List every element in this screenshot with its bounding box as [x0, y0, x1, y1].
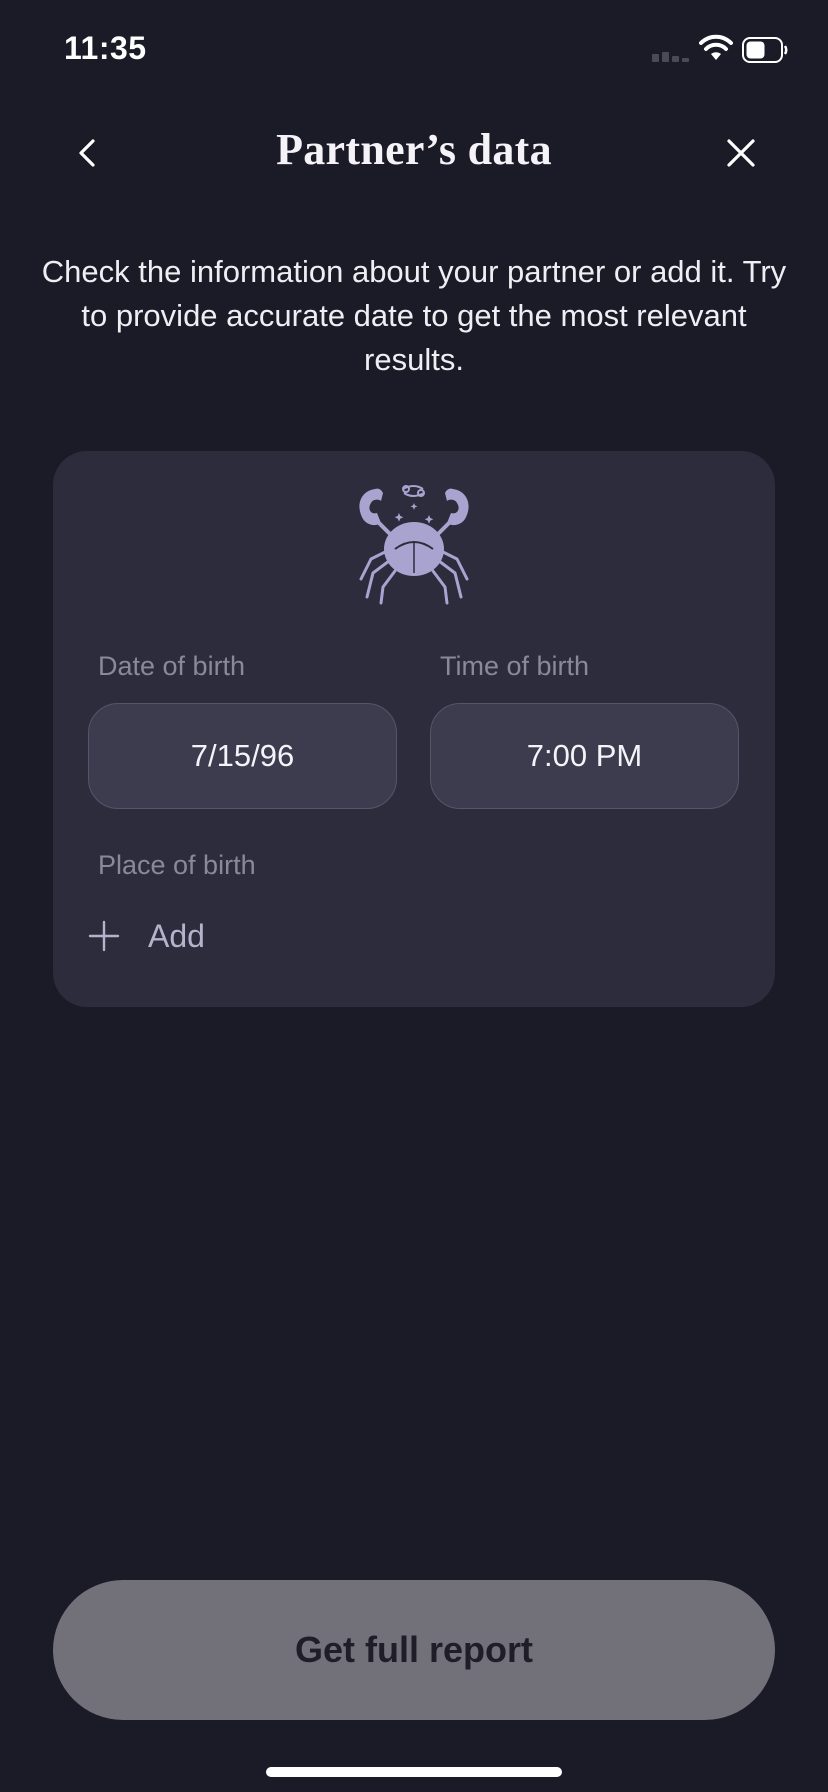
battery-icon: [742, 37, 788, 63]
cancer-crab-icon: [359, 485, 469, 605]
home-indicator[interactable]: [266, 1767, 562, 1777]
partner-data-card: Date of birth Time of birth 7/15/96 7:00…: [53, 451, 775, 1007]
time-of-birth-value: 7:00 PM: [526, 738, 643, 773]
time-of-birth-label: Time of birth: [440, 651, 590, 681]
date-of-birth-picker[interactable]: 7/15/96: [88, 703, 397, 809]
status-bar: 11:35: [0, 0, 828, 100]
screen: 11:35 Partner’s data Check the informati…: [0, 0, 828, 1792]
place-of-birth-label: Place of birth: [98, 850, 256, 880]
page-title: Partner’s data: [276, 125, 552, 174]
close-icon: [727, 139, 755, 167]
date-of-birth-label: Date of birth: [98, 651, 246, 681]
add-place-button[interactable]: Add: [88, 911, 205, 961]
close-button[interactable]: [716, 128, 766, 178]
date-of-birth-value: 7/15/96: [190, 738, 295, 773]
time-of-birth-picker[interactable]: 7:00 PM: [430, 703, 739, 809]
intro-text: Check the information about your partner…: [41, 254, 787, 377]
get-full-report-button[interactable]: Get full report: [53, 1580, 775, 1720]
header: Partner’s data: [0, 110, 828, 194]
status-time: 11:35: [64, 30, 147, 66]
add-place-label: Add: [148, 917, 205, 954]
cellular-signal-icon: [652, 46, 698, 62]
wifi-icon: [699, 34, 733, 60]
plus-icon: [88, 920, 120, 952]
get-full-report-label: Get full report: [294, 1629, 533, 1670]
